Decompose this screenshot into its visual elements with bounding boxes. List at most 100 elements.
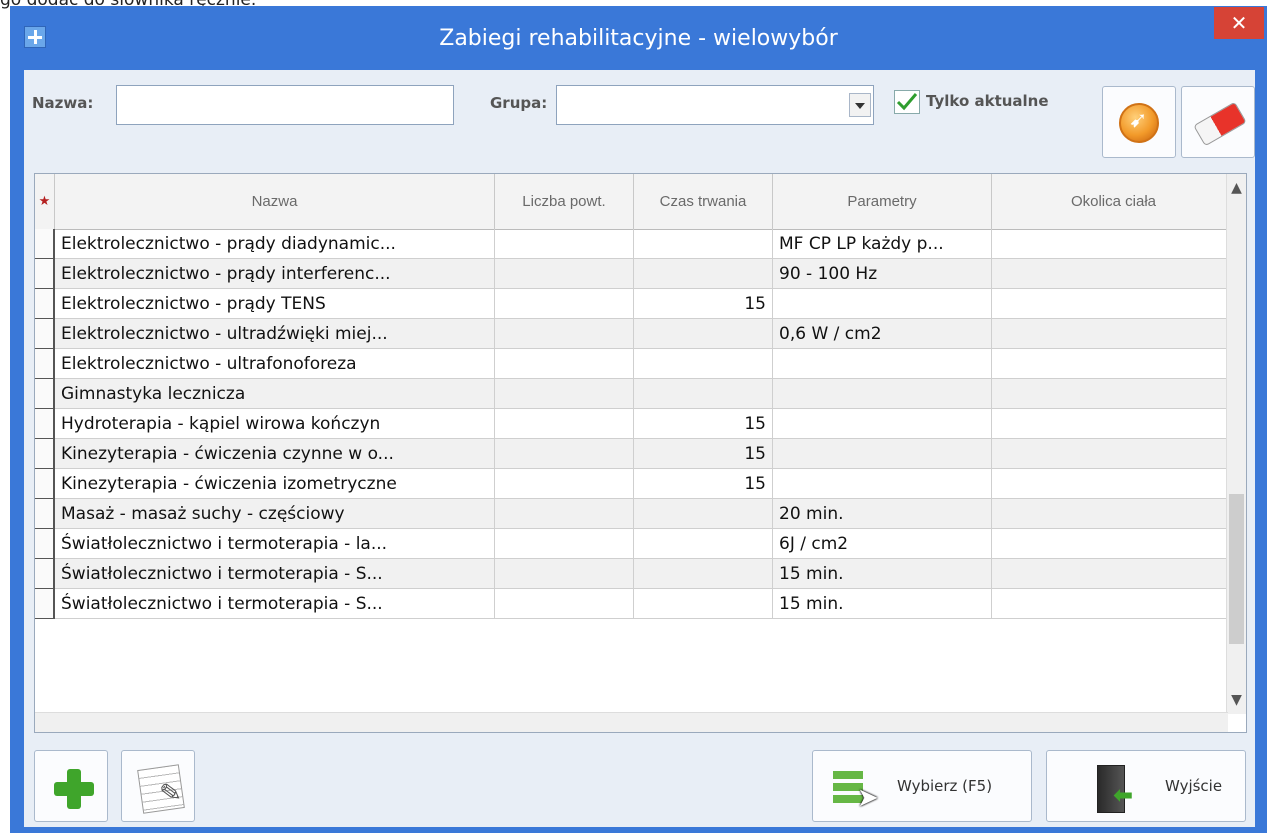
table-row[interactable]: Elektrolecznictwo - prądy interferenc...… <box>35 259 1228 289</box>
name-input[interactable] <box>116 85 454 125</box>
cell-parametry <box>773 409 992 439</box>
cell-okolica <box>992 289 1228 319</box>
table-row[interactable]: Elektrolecznictwo - prądy diadynamic... … <box>35 229 1228 259</box>
cell-nazwa: Elektrolecznictwo - prądy TENS <box>55 289 495 319</box>
refresh-button[interactable] <box>1102 86 1176 158</box>
exit-button[interactable]: ⬅ Wyjście <box>1046 750 1246 822</box>
dialog-body: Nazwa: Grupa: Tylko aktualne ★ Nazwa Lic… <box>24 70 1255 827</box>
scroll-down-icon[interactable]: ▼ <box>1227 686 1246 714</box>
eraser-icon <box>1193 101 1247 147</box>
scroll-up-icon[interactable]: ▲ <box>1227 174 1246 202</box>
table-row[interactable]: Hydroterapia - kąpiel wirowa kończyn 15 <box>35 409 1228 439</box>
cell-liczba <box>495 289 634 319</box>
checkmark-icon <box>896 93 918 111</box>
column-header-czas-trwania[interactable]: Czas trwania <box>634 174 773 229</box>
only-current-label: Tylko aktualne <box>926 92 1049 110</box>
cell-czas <box>634 319 773 349</box>
horizontal-scrollbar[interactable] <box>35 712 1228 732</box>
row-indicator[interactable] <box>35 469 55 499</box>
cell-parametry: 20 min. <box>773 499 992 529</box>
row-indicator[interactable] <box>35 229 55 259</box>
orange-refresh-icon <box>1119 103 1159 143</box>
cell-nazwa: Światłolecznictwo i termoterapia - S... <box>55 589 495 619</box>
table-row[interactable]: Kinezyterapia - ćwiczenia czynne w o... … <box>35 439 1228 469</box>
cell-parametry: 0,6 W / cm2 <box>773 319 992 349</box>
cell-parametry <box>773 379 992 409</box>
grid-header: ★ Nazwa Liczba powt. Czas trwania Parame… <box>35 174 1236 230</box>
cell-nazwa: Elektrolecznictwo - prądy diadynamic... <box>55 229 495 259</box>
cell-parametry: 15 min. <box>773 559 992 589</box>
cell-okolica <box>992 499 1228 529</box>
cell-czas <box>634 589 773 619</box>
row-indicator[interactable] <box>35 319 55 349</box>
cell-okolica <box>992 379 1228 409</box>
scroll-thumb[interactable] <box>1229 494 1244 644</box>
row-indicator[interactable] <box>35 499 55 529</box>
table-row[interactable]: Kinezyterapia - ćwiczenia izometryczne 1… <box>35 469 1228 499</box>
cell-czas <box>634 379 773 409</box>
cell-okolica <box>992 469 1228 499</box>
edit-button[interactable] <box>121 750 195 822</box>
title-bar[interactable]: Zabiegi rehabilitacyjne - wielowybór ✕ <box>10 6 1267 70</box>
cell-liczba <box>495 409 634 439</box>
cell-okolica <box>992 319 1228 349</box>
column-header-parametry[interactable]: Parametry <box>773 174 992 229</box>
table-row[interactable]: Światłolecznictwo i termoterapia - S... … <box>35 589 1228 619</box>
table-row[interactable]: Elektrolecznictwo - prądy TENS 15 <box>35 289 1228 319</box>
document-edit-icon <box>137 764 185 814</box>
green-plus-icon <box>54 769 94 809</box>
cell-nazwa: Światłolecznictwo i termoterapia - la... <box>55 529 495 559</box>
cell-parametry <box>773 469 992 499</box>
row-indicator[interactable] <box>35 409 55 439</box>
select-button[interactable]: ➤ Wybierz (F5) <box>812 750 1032 822</box>
cell-okolica <box>992 409 1228 439</box>
name-label: Nazwa: <box>32 94 94 112</box>
row-indicator[interactable] <box>35 349 55 379</box>
cell-liczba <box>495 589 634 619</box>
cell-okolica <box>992 439 1228 469</box>
row-indicator[interactable] <box>35 289 55 319</box>
table-row[interactable]: Światłolecznictwo i termoterapia - la...… <box>35 529 1228 559</box>
cell-czas: 15 <box>634 409 773 439</box>
table-row[interactable]: Światłolecznictwo i termoterapia - S... … <box>35 559 1228 589</box>
row-indicator[interactable] <box>35 589 55 619</box>
cell-parametry: 90 - 100 Hz <box>773 259 992 289</box>
procedures-grid[interactable]: ★ Nazwa Liczba powt. Czas trwania Parame… <box>34 173 1247 733</box>
cell-okolica <box>992 349 1228 379</box>
only-current-checkbox[interactable] <box>894 90 920 114</box>
column-header-okolica-ciala[interactable]: Okolica ciała <box>992 174 1236 229</box>
cell-okolica <box>992 559 1228 589</box>
row-indicator[interactable] <box>35 259 55 289</box>
window-title: Zabiegi rehabilitacyjne - wielowybór <box>439 26 838 51</box>
cell-parametry: MF CP LP każdy p... <box>773 229 992 259</box>
table-row[interactable]: Elektrolecznictwo - ultrafonoforeza <box>35 349 1228 379</box>
cell-czas: 15 <box>634 469 773 499</box>
row-indicator[interactable] <box>35 379 55 409</box>
table-row[interactable]: Elektrolecznictwo - ultradźwięki miej...… <box>35 319 1228 349</box>
row-indicator[interactable] <box>35 529 55 559</box>
cell-liczba <box>495 559 634 589</box>
vertical-scrollbar[interactable]: ▲ ▼ <box>1226 174 1246 714</box>
group-select[interactable] <box>556 85 874 125</box>
cell-liczba <box>495 499 634 529</box>
cell-nazwa: Kinezyterapia - ćwiczenia izometryczne <box>55 469 495 499</box>
row-indicator[interactable] <box>35 439 55 469</box>
column-header-liczba-powt[interactable]: Liczba powt. <box>495 174 634 229</box>
add-button[interactable] <box>34 750 108 822</box>
cell-liczba <box>495 229 634 259</box>
close-button[interactable]: ✕ <box>1214 7 1264 39</box>
table-row[interactable]: Masaż - masaż suchy - częściowy 20 min. <box>35 499 1228 529</box>
row-indicator[interactable] <box>35 559 55 589</box>
clear-filters-button[interactable] <box>1181 86 1255 158</box>
column-header-nazwa[interactable]: Nazwa <box>55 174 495 229</box>
cell-parametry <box>773 349 992 379</box>
table-row[interactable]: Gimnastyka lecznicza <box>35 379 1228 409</box>
cell-nazwa: Gimnastyka lecznicza <box>55 379 495 409</box>
cell-liczba <box>495 469 634 499</box>
group-label: Grupa: <box>490 94 548 112</box>
cell-parametry <box>773 289 992 319</box>
select-button-label: Wybierz (F5) <box>897 777 993 795</box>
cell-okolica <box>992 229 1228 259</box>
cell-nazwa: Światłolecznictwo i termoterapia - S... <box>55 559 495 589</box>
chevron-down-icon[interactable] <box>849 93 871 117</box>
